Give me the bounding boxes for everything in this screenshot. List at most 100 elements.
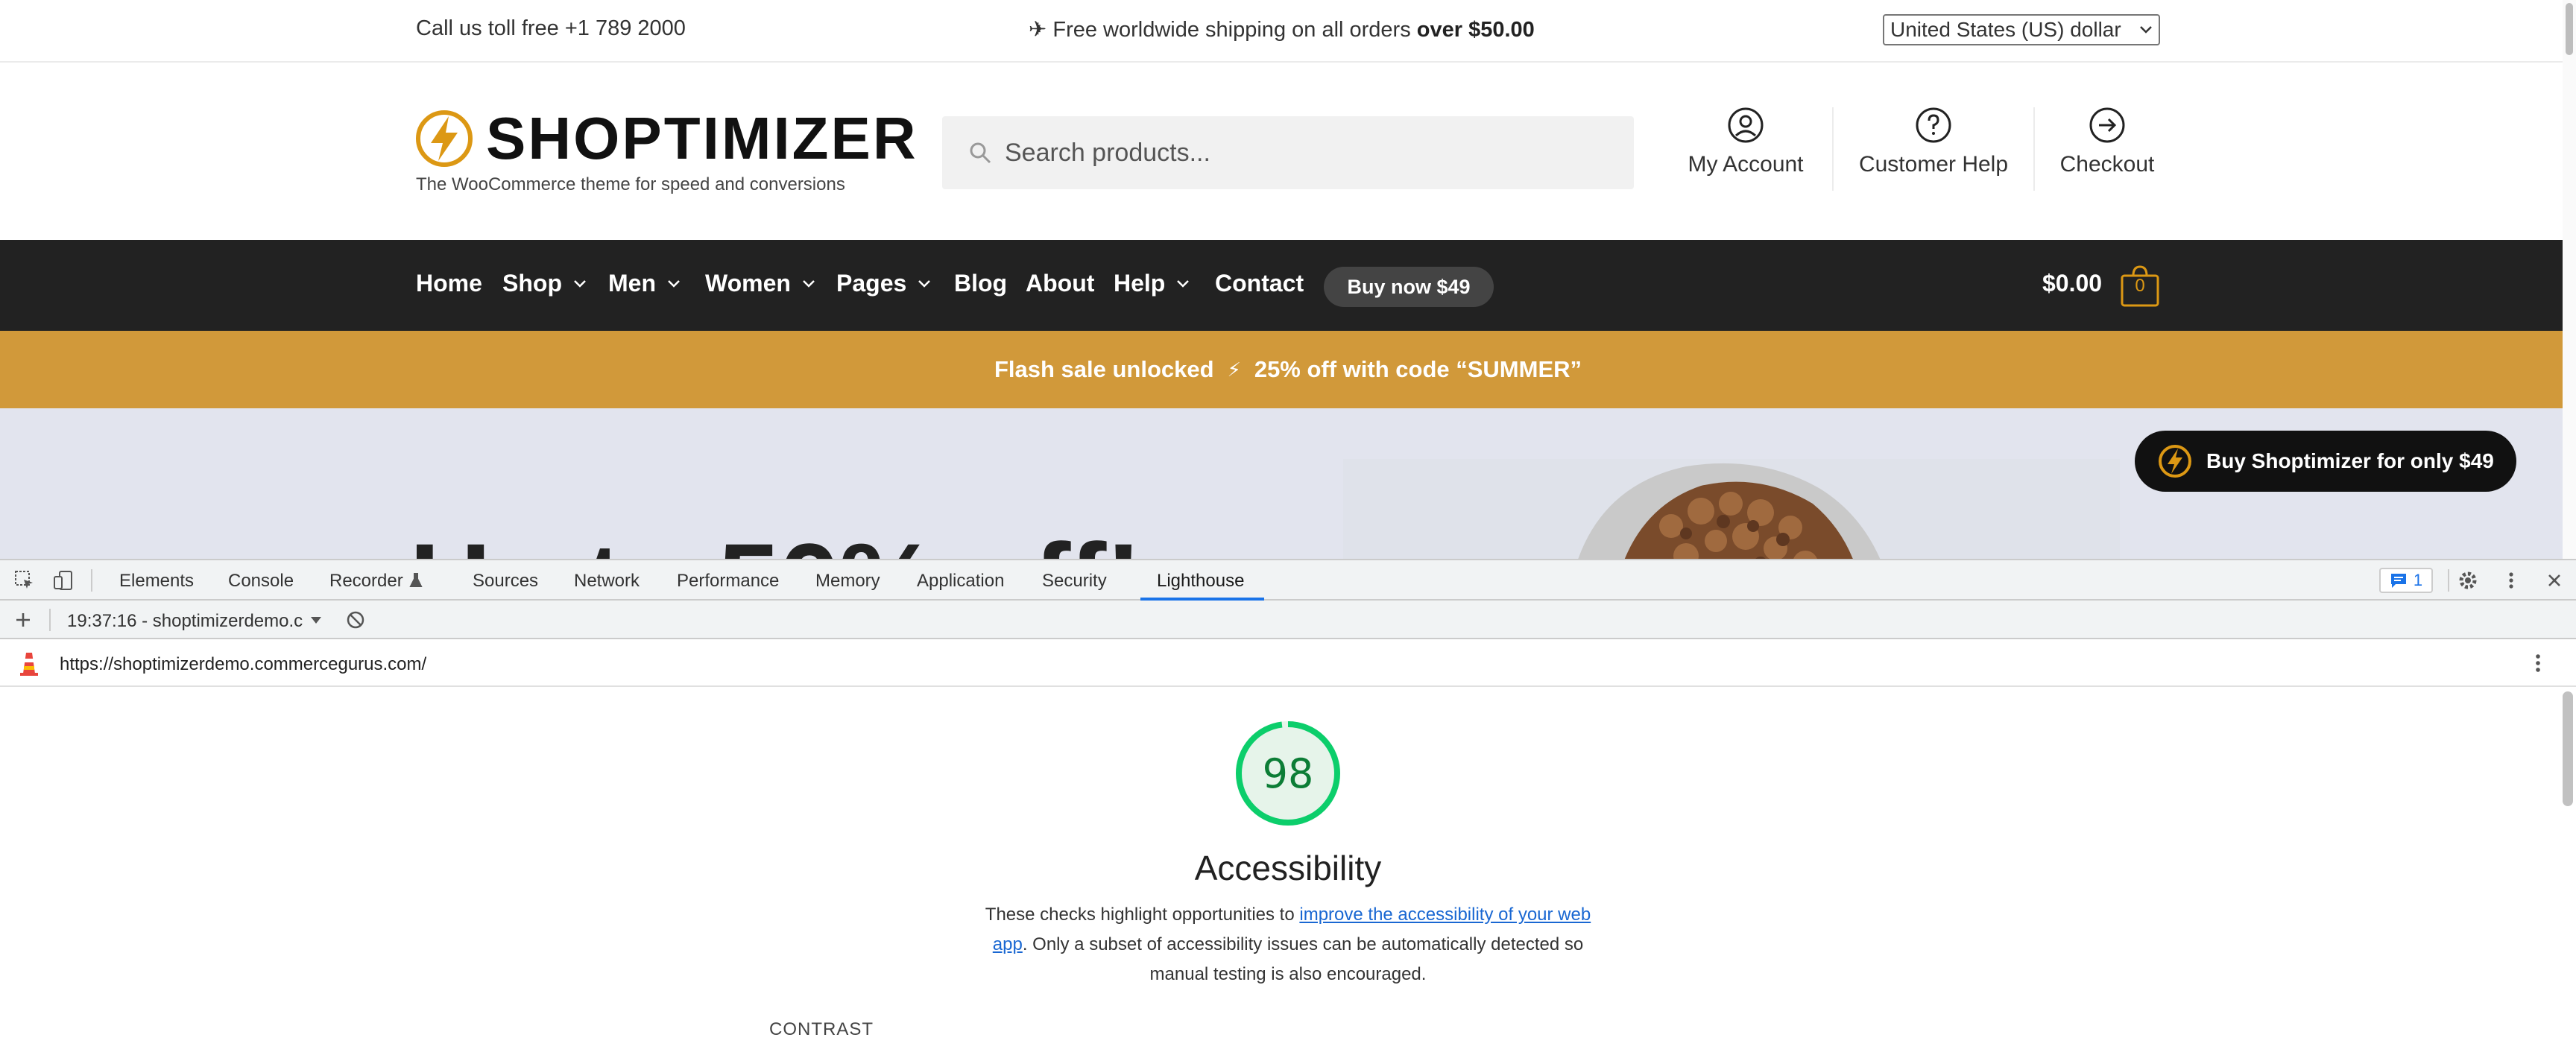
- description-text: These checks highlight opportunities to: [985, 905, 1300, 925]
- score-value: 98: [1262, 750, 1314, 797]
- section-heading-contrast: CONTRAST: [769, 1019, 874, 1039]
- nav-item-contact[interactable]: Contact: [1215, 270, 1304, 297]
- nav-item-men[interactable]: Men: [608, 270, 681, 297]
- hero-section: Up to 50% off! Buy Shoptimizer for only …: [0, 408, 2576, 559]
- customer-help-link[interactable]: Customer Help: [1852, 106, 2015, 188]
- issues-count: 1: [2413, 571, 2423, 589]
- report-select[interactable]: 19:37:16 - shoptimizerdemo.c: [67, 611, 303, 632]
- message-icon: [2390, 574, 2406, 588]
- tab-performance[interactable]: Performance: [677, 571, 779, 592]
- nav-label: Women: [705, 270, 791, 297]
- site-header: SHOPTIMIZER The WooCommerce theme for sp…: [0, 64, 2576, 240]
- bolt-logo-icon: [416, 110, 473, 167]
- header-divider: [2033, 107, 2035, 191]
- audited-url: https://shoptimizerdemo.commercegurus.co…: [60, 654, 427, 674]
- nav-label: Shop: [502, 270, 562, 297]
- devtools-panel: Elements Console Recorder Sources Networ…: [0, 559, 2576, 1058]
- toolbar-divider: [91, 569, 92, 592]
- nav-label: Men: [608, 270, 656, 297]
- description-text: . Only a subset of accessibility issues …: [1022, 934, 1584, 984]
- search-input[interactable]: [1005, 138, 1601, 168]
- gear-icon[interactable]: [2457, 569, 2479, 592]
- shipping-threshold: over $50.00: [1416, 18, 1535, 42]
- main-nav: Home Shop Men Women Pages Blog About Hel…: [0, 240, 2576, 331]
- category-description: These checks highlight opportunities to …: [982, 900, 1594, 989]
- device-toolbar-icon[interactable]: [52, 569, 75, 592]
- chevron-down-icon: [918, 279, 931, 288]
- nav-item-help[interactable]: Help: [1114, 270, 1190, 297]
- site-logo[interactable]: SHOPTIMIZER: [414, 109, 918, 168]
- tab-network[interactable]: Network: [574, 571, 640, 592]
- nav-label: Help: [1114, 270, 1166, 297]
- nav-item-pages[interactable]: Pages: [836, 270, 932, 297]
- phone-text: Call us toll free +1 789 2000: [416, 16, 686, 40]
- plus-icon[interactable]: [12, 609, 34, 631]
- checkout-label: Checkout: [2059, 152, 2155, 177]
- lighthouse-report: 98 Accessibility These checks highlight …: [0, 688, 2576, 1058]
- caret-down-icon[interactable]: [310, 615, 322, 624]
- lighthouse-url-bar: https://shoptimizerdemo.commercegurus.co…: [0, 639, 2576, 687]
- chevron-down-icon: [803, 279, 815, 288]
- arrow-circle-icon: [2089, 107, 2125, 143]
- chevron-down-icon: [1177, 279, 1190, 288]
- clear-icon[interactable]: [344, 609, 367, 631]
- lighthouse-toolbar: 19:37:16 - shoptimizerdemo.c: [0, 601, 2576, 639]
- nav-label: About: [1026, 270, 1095, 297]
- tab-sources[interactable]: Sources: [473, 571, 538, 592]
- buy-now-button[interactable]: Buy now $49: [1324, 267, 1494, 307]
- chevron-down-icon: [668, 279, 680, 288]
- currency-select[interactable]: United States (US) dollar: [1883, 14, 2160, 45]
- top-bar: Call us toll free +1 789 2000 ✈ Free wor…: [0, 0, 2576, 63]
- chevron-down-icon: [2140, 26, 2152, 34]
- toolbar-divider: [2448, 569, 2449, 592]
- website-viewport: Call us toll free +1 789 2000 ✈ Free wor…: [0, 0, 2576, 559]
- flash-sale-banner: Flash sale unlocked ⚡ 25% off with code …: [0, 331, 2576, 408]
- page-scroll-thumb[interactable]: [2566, 3, 2573, 55]
- my-account-link[interactable]: My Account: [1686, 106, 1805, 188]
- logo-text: SHOPTIMIZER: [486, 105, 918, 171]
- nav-label: Contact: [1215, 270, 1304, 297]
- tab-console[interactable]: Console: [228, 571, 294, 592]
- header-divider: [1832, 107, 1834, 191]
- checkout-link[interactable]: Checkout: [2051, 106, 2163, 188]
- more-vertical-icon[interactable]: [2500, 569, 2522, 592]
- inspect-element-icon[interactable]: [13, 569, 36, 592]
- close-icon[interactable]: [2543, 569, 2566, 592]
- issues-counter-button[interactable]: 1: [2379, 568, 2433, 593]
- tab-memory[interactable]: Memory: [815, 571, 880, 592]
- cart-total[interactable]: $0.00: [2042, 270, 2102, 297]
- nav-item-women[interactable]: Women: [705, 270, 816, 297]
- search-box: [942, 116, 1634, 189]
- tab-application[interactable]: Application: [917, 571, 1004, 592]
- chevron-down-icon: [574, 279, 586, 288]
- buy-shoptimizer-label: Buy Shoptimizer for only $49: [2206, 449, 2494, 472]
- hero-heading: Up to 50% off!: [410, 519, 1142, 559]
- tab-lighthouse[interactable]: Lighthouse: [1157, 571, 1244, 592]
- lighthouse-icon: [20, 653, 38, 676]
- nav-label: Pages: [836, 270, 907, 297]
- search-icon: [970, 142, 991, 164]
- bolt-icon: ⚡: [1227, 358, 1241, 381]
- tab-elements[interactable]: Elements: [119, 571, 194, 592]
- buy-shoptimizer-button[interactable]: Buy Shoptimizer for only $49: [2135, 431, 2516, 492]
- toolbar-divider: [49, 609, 51, 631]
- tab-security[interactable]: Security: [1042, 571, 1107, 592]
- more-vertical-icon[interactable]: [2527, 651, 2549, 675]
- user-circle-icon: [1728, 107, 1764, 143]
- cart-count: 0: [2135, 276, 2145, 296]
- tagline: The WooCommerce theme for speed and conv…: [416, 174, 845, 194]
- help-circle-icon: [1916, 107, 1951, 143]
- nav-label: Blog: [954, 270, 1008, 297]
- flash-text: Flash sale unlocked: [994, 356, 1214, 382]
- nav-item-about[interactable]: About: [1026, 270, 1094, 297]
- nav-item-home[interactable]: Home: [416, 270, 482, 297]
- hero-model-image: [1343, 459, 2120, 559]
- tab-recorder[interactable]: Recorder: [329, 571, 403, 592]
- report-scroll-thumb[interactable]: [2563, 691, 2573, 806]
- nav-item-blog[interactable]: Blog: [954, 270, 1007, 297]
- flash-code-text: 25% off with code “SUMMER”: [1254, 356, 1582, 382]
- nav-label: Home: [416, 270, 482, 297]
- page-scrollbar[interactable]: [2563, 0, 2576, 559]
- nav-item-shop[interactable]: Shop: [502, 270, 587, 297]
- shipping-text: ✈ Free worldwide shipping on all orders: [1029, 18, 1417, 42]
